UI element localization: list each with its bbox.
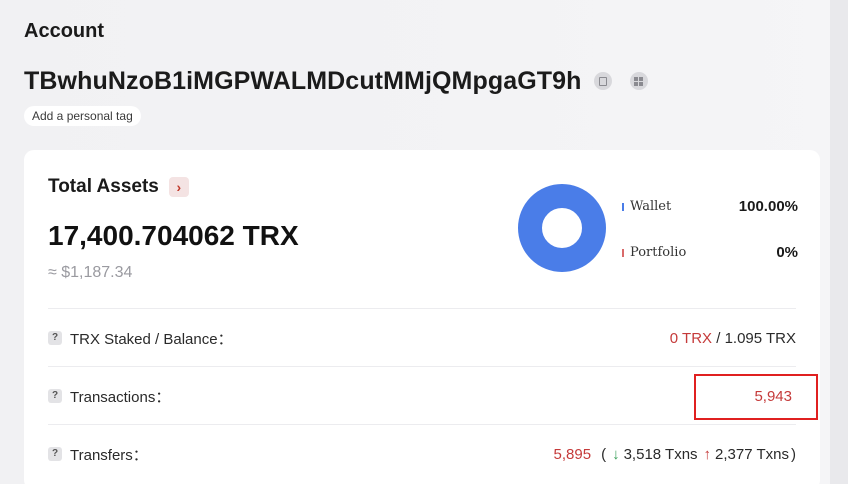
trx-staked-label: TRX Staked / Balance： [70,330,233,348]
legend-wallet-marker [622,202,624,211]
arrow-down-icon: ↓ [612,445,620,463]
total-assets-label: Total Assets [48,176,159,197]
transfers-total[interactable]: 5,895 [554,446,592,463]
legend-wallet: Wallet 100.00% [622,198,798,215]
trx-staked-row: ? TRX Staked / Balance： 0 TRX / 1.095 TR… [48,328,796,348]
transfers-label: Transfers： [70,446,148,464]
trx-total-amount: 17,400.704062 TRX [48,220,299,251]
legend-wallet-value: 100.00% [738,198,798,215]
legend-portfolio-marker [622,248,624,257]
assets-donut-chart [518,184,606,272]
qr-code-icon[interactable] [629,72,648,90]
help-icon[interactable]: ? [48,389,62,403]
divider [48,424,796,425]
add-personal-tag-button[interactable]: Add a personal tag [24,106,141,126]
assets-card: Total Assets › 17,400.704062 TRX ≈ $1,18… [24,150,820,484]
transfers-out-value[interactable]: 2,377 Txns [715,446,789,463]
page-title: Account [24,20,104,42]
donut-wallet-slice [518,184,606,272]
address-row: TBwhuNzoB1iMGPWALMDcutMMjQMpgaGT9h [24,64,648,98]
transfers-close-paren: ) [791,445,796,463]
transfers-open-paren: ( [601,445,607,463]
legend-portfolio-name: Portfolio [630,245,687,260]
account-address[interactable]: TBwhuNzoB1iMGPWALMDcutMMjQMpgaGT9h [24,67,582,96]
copy-icon[interactable] [593,72,612,90]
transfers-row: ? Transfers： 5,895 ( ↓ 3,518 Txns ↑ 2,37… [48,444,796,464]
transactions-label: Transactions： [70,388,171,406]
divider [48,308,796,309]
total-assets-header: Total Assets › [48,176,189,198]
divider [48,366,796,367]
arrow-up-icon: ↑ [703,445,712,463]
transfers-in-value[interactable]: 3,518 Txns [624,446,698,463]
legend-wallet-name: Wallet [630,199,672,214]
chevron-right-icon[interactable]: › [168,177,189,197]
right-edge-panel [830,0,848,484]
transactions-highlight-box [694,374,818,420]
legend-portfolio-value: 0% [776,244,798,261]
help-icon[interactable]: ? [48,447,62,461]
usd-total-amount: ≈ $1,187.34 [48,264,133,281]
staked-value[interactable]: 0 TRX [670,330,712,347]
legend-portfolio: Portfolio 0% [622,244,798,261]
help-icon[interactable]: ? [48,331,62,345]
balance-value: 1.095 TRX [724,329,796,347]
staked-separator: / [712,329,725,347]
transactions-row: ? Transactions： 5,943 [48,386,796,406]
